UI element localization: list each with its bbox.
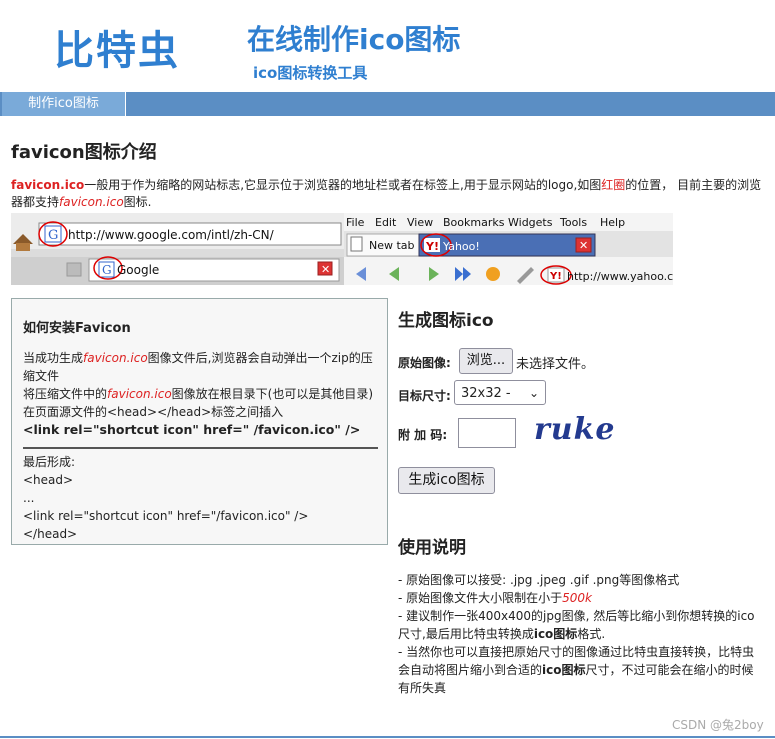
result-label: 最后形成: xyxy=(23,455,76,469)
install-step-1: 当成功生成favicon.ico图像文件后,浏览器会自动弹出一个zip的压缩文件 xyxy=(23,351,373,383)
address-bar-url: http://www.google.com/intl/zh-CN/ xyxy=(68,228,275,242)
svg-text:Y!: Y! xyxy=(425,240,439,253)
menu-edit: Edit xyxy=(375,216,397,229)
yahoo-address-favicon-icon: Y! xyxy=(547,267,565,283)
install-result: 最后形成: <head> ... <link rel="shortcut ico… xyxy=(23,453,378,543)
generator-title: 生成图标ico xyxy=(398,311,494,331)
google-favicon-icon: G xyxy=(44,225,62,243)
nav-tab-make-ico[interactable]: 制作ico图标 xyxy=(2,92,126,116)
intro-text-3: 图标. xyxy=(123,195,152,209)
usage-item-direct: - 当然你也可以直接把原始尺寸的图像通过比特虫直接转换，比特虫会自动将图片缩小到… xyxy=(398,645,755,695)
menu-widgets: Widgets xyxy=(508,216,553,229)
install-step-2: 将压缩文件中的favicon.ico图像放在根目录下(也可以是其他目录) xyxy=(23,387,374,401)
menu-file: File xyxy=(346,216,365,229)
new-tab-page-icon xyxy=(350,236,363,252)
install-title: 如何安装Favicon xyxy=(23,321,131,336)
menu-bookmarks: Bookmarks xyxy=(443,216,505,229)
source-image-label: 原始图像: xyxy=(398,356,451,370)
red-circle-term: 红圈 xyxy=(601,178,626,192)
captcha-image[interactable]: ruke xyxy=(534,412,616,447)
page-subtitle: ico图标转换工具 xyxy=(253,64,368,82)
install-steps: 当成功生成favicon.ico图像文件后,浏览器会自动弹出一个zip的压缩文件… xyxy=(23,349,378,439)
result-head-close: </head> xyxy=(23,527,78,541)
yahoo-tab-title: Yahoo! xyxy=(442,240,480,253)
yahoo-favicon-icon: Y! xyxy=(424,238,440,253)
target-size-select[interactable]: 32x32 - ⌄ xyxy=(454,380,546,405)
browse-button[interactable]: 浏览... xyxy=(459,348,513,374)
svg-text:Y!: Y! xyxy=(549,271,562,282)
intro-text-1: 一般用于作为缩略的网站标志,它显示位于浏览器的地址栏或者在标签上,用于显示网站的… xyxy=(84,178,602,192)
usage-item-recommend: - 建议制作一张400x400的jpg图像, 然后等比缩小到你想转换的ico尺寸… xyxy=(398,609,755,641)
install-step-3: 在页面源文件的<head></head>标签之间插入 xyxy=(23,405,284,419)
usage-item-formats: - 原始图像可以接受: .jpg .jpeg .gif .png等图像格式 xyxy=(398,573,680,587)
result-head-open: <head> xyxy=(23,473,74,487)
target-size-label: 目标尺寸: xyxy=(398,389,451,403)
page-title: 在线制作ico图标 xyxy=(247,23,461,56)
browser-favicon-screenshot: G http://www.google.com/intl/zh-CN/ G Go… xyxy=(11,213,673,285)
intro-heading: favicon图标介绍 xyxy=(11,142,157,163)
captcha-input[interactable] xyxy=(458,418,516,448)
usage-title: 使用说明 xyxy=(398,538,466,558)
usage-notes: - 原始图像可以接受: .jpg .jpeg .gif .png等图像格式 - … xyxy=(398,571,758,697)
csdn-watermark: CSDN @兔2boy xyxy=(672,718,764,732)
usage-item-size-limit: - 原始图像文件大小限制在小于500k xyxy=(398,591,593,605)
svg-text:✕: ✕ xyxy=(579,239,588,252)
favicon-term-2: favicon.ico xyxy=(59,195,124,209)
intro-text: favicon.ico一般用于作为缩略的网站标志,它显示位于浏览器的地址栏或者在… xyxy=(11,177,771,211)
google-tab-favicon-icon: G xyxy=(98,261,115,278)
yahoo-url: http://www.yahoo.com xyxy=(567,270,673,283)
result-link: <link rel="shortcut icon" href="/favicon… xyxy=(23,509,309,523)
svg-text:G: G xyxy=(102,263,112,277)
footer-line xyxy=(0,736,775,738)
svg-text:G: G xyxy=(48,228,58,243)
install-link-code: <link rel="shortcut icon" href=" /favico… xyxy=(23,422,361,437)
menu-view: View xyxy=(407,216,433,229)
target-size-value: 32x32 - xyxy=(461,386,511,401)
google-tab-title: Google xyxy=(117,263,159,277)
site-logo[interactable]: 比特虫 xyxy=(54,18,180,76)
chevron-down-icon: ⌄ xyxy=(528,386,539,400)
generate-ico-button[interactable]: 生成ico图标 xyxy=(398,467,495,494)
menu-tools: Tools xyxy=(559,216,587,229)
no-file-chosen-text: 未选择文件。 xyxy=(516,357,595,372)
nav-bar: 制作ico图标 xyxy=(0,92,775,116)
new-tab-label: New tab xyxy=(369,239,415,252)
captcha-label: 附 加 码: xyxy=(398,428,448,442)
svg-text:✕: ✕ xyxy=(321,263,330,276)
install-favicon-box: 如何安装Favicon 当成功生成favicon.ico图像文件后,浏览器会自动… xyxy=(11,298,388,545)
result-ellipsis: ... xyxy=(23,491,35,505)
menu-help: Help xyxy=(600,216,625,229)
favicon-term: favicon.ico xyxy=(11,178,85,192)
tab-close-grey-icon xyxy=(66,262,82,277)
install-divider xyxy=(23,447,378,449)
reload-icon xyxy=(486,267,500,281)
